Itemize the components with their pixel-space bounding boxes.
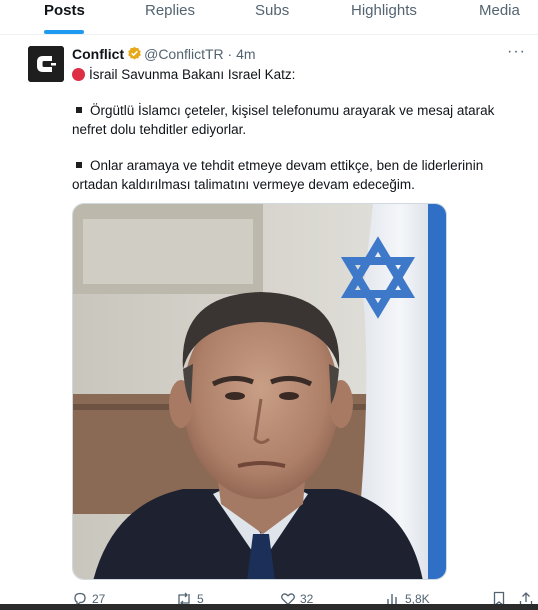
post-paragraph-1: Örgütlü İslamcı çeteler, kişisel telefon… [72, 101, 494, 139]
author-name[interactable]: Conflict [72, 46, 124, 62]
verified-badge-icon [127, 46, 142, 64]
tab-replies[interactable]: Replies [145, 2, 195, 19]
bullet-square-icon [76, 107, 82, 113]
active-tab-indicator [44, 30, 84, 34]
portrait-image [73, 204, 446, 579]
paragraph2-line2: ortadan kaldırılması talimatını vermeye … [72, 177, 415, 192]
post-photo[interactable] [72, 203, 447, 580]
paragraph1-line2: nefret dolu tehditler ediyorlar. [72, 122, 247, 137]
avatar[interactable] [28, 46, 64, 82]
post-header: Conflict @ConflictTR · 4m [72, 46, 256, 64]
c-logo-icon [28, 46, 64, 82]
tab-highlights[interactable]: Highlights [351, 2, 417, 19]
time-separator: · [223, 46, 237, 62]
tab-media[interactable]: Media [479, 2, 520, 19]
lead-text: İsrail Savunma Bakanı Israel Katz: [89, 67, 296, 82]
paragraph2-line1: Onlar aramaya ve tehdit etmeye devam ett… [90, 158, 484, 173]
post-paragraph-2: Onlar aramaya ve tehdit etmeye devam ett… [72, 156, 483, 194]
bottom-edge-bar [0, 604, 538, 610]
profile-tabs: Posts Replies Subs Highlights Media [0, 0, 538, 35]
post-lead: İsrail Savunma Bakanı Israel Katz: [72, 65, 295, 84]
author-handle[interactable]: @ConflictTR [144, 46, 224, 62]
paragraph1-line1: Örgütlü İslamcı çeteler, kişisel telefon… [90, 103, 495, 118]
red-circle-icon [72, 68, 85, 81]
tab-posts[interactable]: Posts [44, 2, 85, 19]
bullet-square-icon [76, 162, 82, 168]
tab-subs[interactable]: Subs [255, 2, 289, 19]
post-time[interactable]: 4m [236, 46, 255, 62]
more-options-icon[interactable]: ··· [507, 43, 526, 61]
